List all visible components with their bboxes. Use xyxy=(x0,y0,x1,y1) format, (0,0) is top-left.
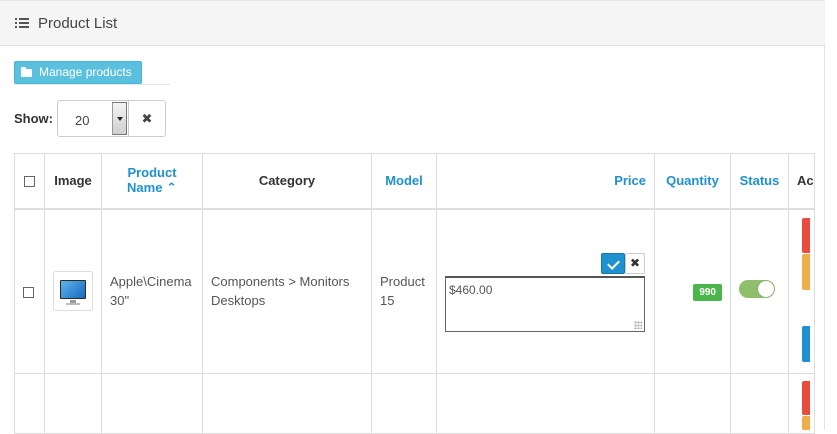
sort-by-model-link[interactable]: Model xyxy=(385,173,423,188)
product-category: Components > Monitors Desktops xyxy=(202,208,372,374)
sort-by-price-link[interactable]: Price xyxy=(614,173,646,188)
select-all-checkbox[interactable] xyxy=(24,176,35,188)
show-count-value: 20 xyxy=(75,113,90,128)
header-select-all[interactable] xyxy=(14,153,45,210)
row-checkbox[interactable] xyxy=(23,286,34,298)
manage-products-label: Manage products xyxy=(39,65,132,79)
header-quantity[interactable]: Quantity xyxy=(654,153,731,210)
edit-button[interactable] xyxy=(802,254,810,290)
edit-button[interactable] xyxy=(802,416,810,430)
show-count-select[interactable]: 20 xyxy=(57,100,129,137)
quantity-cell: 990 xyxy=(654,208,731,374)
close-icon: ✖ xyxy=(141,111,153,126)
folder-icon xyxy=(21,67,32,77)
resize-handle-icon[interactable] xyxy=(634,320,642,329)
divider xyxy=(14,84,170,85)
list-icon xyxy=(15,18,29,29)
chevron-down-icon[interactable] xyxy=(112,102,127,135)
delete-button[interactable] xyxy=(802,381,810,415)
quantity-badge: 990 xyxy=(693,284,722,302)
product-table: Image Product Name ⌃ Category Model Pric… xyxy=(14,153,815,434)
product-model: Product 15 xyxy=(371,208,437,374)
delete-button[interactable] xyxy=(802,218,810,253)
reset-filter-button[interactable]: ✖ xyxy=(129,100,166,137)
cancel-price-button[interactable]: ✖ xyxy=(625,252,645,274)
show-label: Show: xyxy=(14,111,53,126)
sort-by-status-link[interactable]: Status xyxy=(740,173,780,188)
header-category: Category xyxy=(202,153,372,210)
status-cell xyxy=(730,208,789,374)
sort-by-name-link[interactable]: Product Name ⌃ xyxy=(127,165,177,195)
header-price[interactable]: Price xyxy=(436,153,655,210)
monitor-icon xyxy=(60,280,86,300)
header-image: Image xyxy=(44,153,102,210)
table-header-row: Image Product Name ⌃ Category Model Pric… xyxy=(14,153,815,210)
product-thumbnail[interactable] xyxy=(53,271,93,312)
confirm-price-button[interactable] xyxy=(601,252,625,274)
status-toggle[interactable] xyxy=(739,279,775,298)
product-name: Apple\Cinema 30" xyxy=(101,208,203,374)
panel-heading: Product List xyxy=(0,0,825,46)
row-image-cell xyxy=(44,208,102,374)
price-input[interactable]: $460.00 xyxy=(445,275,645,332)
table-row xyxy=(14,373,815,434)
header-model[interactable]: Model xyxy=(371,153,437,210)
row-select-cell[interactable] xyxy=(14,208,45,374)
price-cell: ✖ $460.00 xyxy=(436,208,655,374)
view-button[interactable] xyxy=(802,326,810,362)
manage-products-button[interactable]: Manage products xyxy=(14,61,142,84)
panel-title: Product List xyxy=(38,15,118,32)
sort-by-quantity-link[interactable]: Quantity xyxy=(666,173,719,188)
header-status[interactable]: Status xyxy=(730,153,789,210)
header-action: Ac xyxy=(788,153,815,210)
price-value: $460.00 xyxy=(449,282,493,297)
sort-asc-icon: ⌃ xyxy=(166,180,177,196)
table-row: Apple\Cinema 30" Components > Monitors D… xyxy=(14,208,815,374)
header-product-name[interactable]: Product Name ⌃ xyxy=(101,153,203,210)
